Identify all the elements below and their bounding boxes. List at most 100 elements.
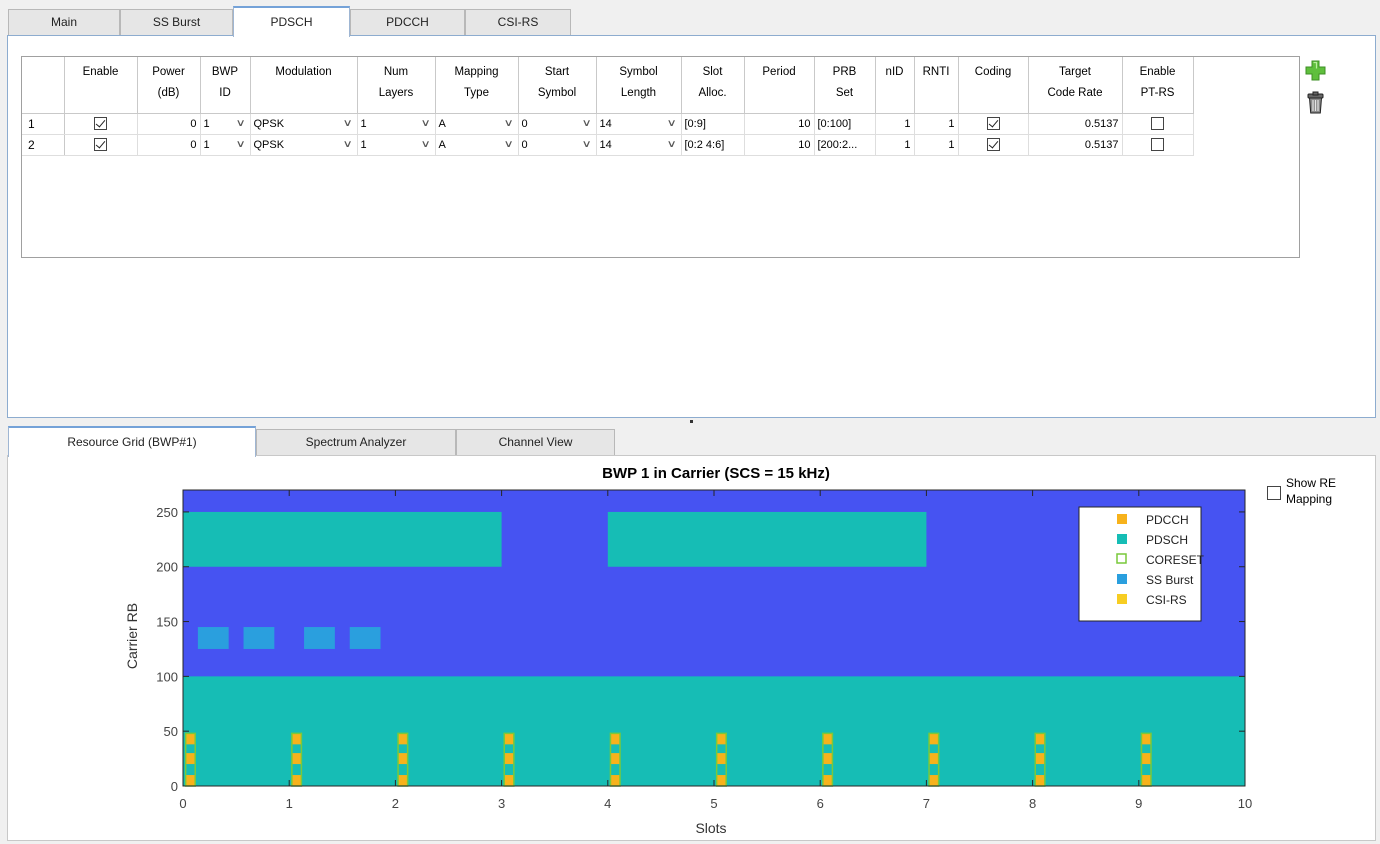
legend-label: CSI-RS (1146, 593, 1187, 607)
tab-channel-view[interactable]: Channel View (456, 429, 615, 455)
symbol-length-cell-select[interactable]: 14 ∨ (600, 118, 678, 130)
num-layers-cell[interactable]: 1 ∨ (357, 113, 436, 135)
pdcch-block (929, 775, 939, 786)
start-symbol-cell[interactable]: 0 ∨ (518, 113, 597, 135)
col-header-text: Set (835, 87, 854, 99)
mapping-type-cell[interactable]: A ∨ (435, 113, 519, 135)
x-tick-label: 7 (923, 796, 930, 811)
slot-alloc-cell[interactable]: [0:9] (681, 113, 745, 135)
tab-spectrum-analyzer[interactable]: Spectrum Analyzer (256, 429, 456, 455)
num-layers-cell[interactable]: 1 ∨ (357, 134, 436, 156)
pdcch-block (291, 753, 302, 765)
coding-cell-checkbox[interactable] (986, 138, 1000, 151)
prb-set-cell[interactable]: [200:2... (814, 134, 876, 156)
pdcch-block (185, 753, 196, 765)
tab-ss-burst[interactable]: SS Burst (120, 9, 233, 35)
tab-main[interactable]: Main (8, 9, 120, 35)
num-layers-cell-select[interactable]: 1 ∨ (361, 139, 432, 151)
modulation-cell-select[interactable]: QPSK ∨ (254, 139, 354, 151)
mapping-type-cell-value: A (438, 138, 446, 151)
period-cell[interactable]: 10 (744, 113, 815, 135)
show-re-mapping-checkbox[interactable] (1267, 486, 1281, 500)
start-symbol-cell-select[interactable]: 0 ∨ (522, 118, 593, 130)
col-header-text: ID (219, 87, 231, 99)
start-symbol-cell-select[interactable]: 0 ∨ (522, 139, 593, 151)
target-code-rate-cell[interactable]: 0.5137 (1028, 134, 1123, 156)
tab-csi-rs[interactable]: CSI-RS (465, 9, 571, 35)
ss-burst-block (349, 627, 381, 649)
pdcch-block (610, 775, 621, 786)
bwp-id-cell[interactable]: 1 ∨ (200, 113, 251, 135)
col-header: RNTI (914, 57, 959, 114)
show-re-mapping-toggle[interactable]: Show RE Mapping (1267, 475, 1336, 507)
table-row: 1 0 1 ∨ QPSK ∨ 1 ∨ A ∨ 0 ∨ 14 ∨ [0:9] 10 [0:100] 1 1 0.5137 (22, 113, 1194, 135)
col-header-text: nID (885, 66, 904, 78)
panel-splitter-handle[interactable] (690, 420, 693, 423)
symbol-length-cell[interactable]: 14 ∨ (596, 134, 682, 156)
nid-cell[interactable]: 1 (875, 113, 915, 135)
col-header: Enable PT-RS (1122, 57, 1194, 114)
chevron-down-icon: ∨ (666, 118, 677, 129)
tab-pdsch[interactable]: PDSCH (233, 6, 350, 37)
col-header: Mapping Type (435, 57, 519, 114)
modulation-cell-value: QPSK (253, 117, 285, 130)
chevron-down-icon: ∨ (503, 118, 514, 129)
ss-burst-block (304, 627, 335, 649)
legend-label: PDCCH (1146, 513, 1189, 527)
col-header-text: RNTI (922, 66, 950, 78)
x-tick-label: 8 (1029, 796, 1036, 811)
bwp-id-cell-select[interactable]: 1 ∨ (204, 139, 247, 151)
enable-cell-checkbox[interactable] (94, 117, 107, 130)
pdcch-block (291, 775, 302, 786)
col-header-text: Mapping (454, 66, 499, 78)
mapping-type-cell[interactable]: A ∨ (435, 134, 519, 156)
col-header-text: Enable (1139, 66, 1176, 78)
delete-row-button[interactable] (1305, 91, 1326, 115)
enable-cell (64, 134, 138, 156)
top-tab-strip: Main SS Burst PDSCH PDCCH CSI-RS (8, 6, 708, 37)
y-tick-label: 50 (164, 724, 178, 739)
col-header: Coding (958, 57, 1029, 114)
start-symbol-cell[interactable]: 0 ∨ (518, 134, 597, 156)
modulation-cell[interactable]: QPSK ∨ (250, 113, 358, 135)
tab-resource-grid[interactable]: Resource Grid (BWP#1) (8, 426, 256, 457)
rnti-cell[interactable]: 1 (914, 134, 959, 156)
enable-cell-checkbox[interactable] (94, 138, 107, 151)
x-tick-label: 10 (1238, 796, 1252, 811)
prb-set-cell[interactable]: [0:100] (814, 113, 876, 135)
symbol-length-cell[interactable]: 14 ∨ (596, 113, 682, 135)
col-header: Slot Alloc. (681, 57, 745, 114)
target-code-rate-cell[interactable]: 0.5137 (1028, 113, 1123, 135)
nid-cell[interactable]: 1 (875, 134, 915, 156)
modulation-cell-select[interactable]: QPSK ∨ (254, 118, 354, 130)
modulation-cell[interactable]: QPSK ∨ (250, 134, 358, 156)
col-header: PRB Set (814, 57, 876, 114)
pdcch-block (504, 753, 514, 765)
symbol-length-cell-select[interactable]: 14 ∨ (600, 139, 678, 151)
tab-pdcch[interactable]: PDCCH (350, 9, 465, 35)
bwp-id-cell-select[interactable]: 1 ∨ (204, 118, 247, 130)
show-re-mapping-label: Show RE Mapping (1286, 475, 1336, 507)
row-number[interactable]: 1 (22, 113, 65, 135)
mapping-type-cell-select[interactable]: A ∨ (439, 118, 515, 130)
slot-alloc-cell[interactable]: [0:2 4:6] (681, 134, 745, 156)
pdcch-block (185, 733, 196, 745)
power-cell[interactable]: 0 (137, 113, 201, 135)
add-row-button[interactable] (1305, 60, 1326, 81)
chevron-down-icon: ∨ (581, 139, 592, 150)
period-cell[interactable]: 10 (744, 134, 815, 156)
pdcch-block (504, 733, 514, 745)
bwp-id-cell[interactable]: 1 ∨ (200, 134, 251, 156)
enable-ptrs-cell-checkbox[interactable] (1151, 138, 1164, 151)
enable-ptrs-cell-checkbox[interactable] (1151, 117, 1164, 130)
num-layers-cell-select[interactable]: 1 ∨ (361, 118, 432, 130)
y-tick-label: 150 (156, 615, 178, 630)
rnti-cell[interactable]: 1 (914, 113, 959, 135)
row-number[interactable]: 2 (22, 134, 65, 156)
col-header: Period (744, 57, 815, 114)
chevron-down-icon: ∨ (235, 139, 246, 150)
coding-cell (958, 113, 1029, 135)
mapping-type-cell-select[interactable]: A ∨ (439, 139, 515, 151)
power-cell[interactable]: 0 (137, 134, 201, 156)
coding-cell-checkbox[interactable] (986, 117, 1000, 130)
